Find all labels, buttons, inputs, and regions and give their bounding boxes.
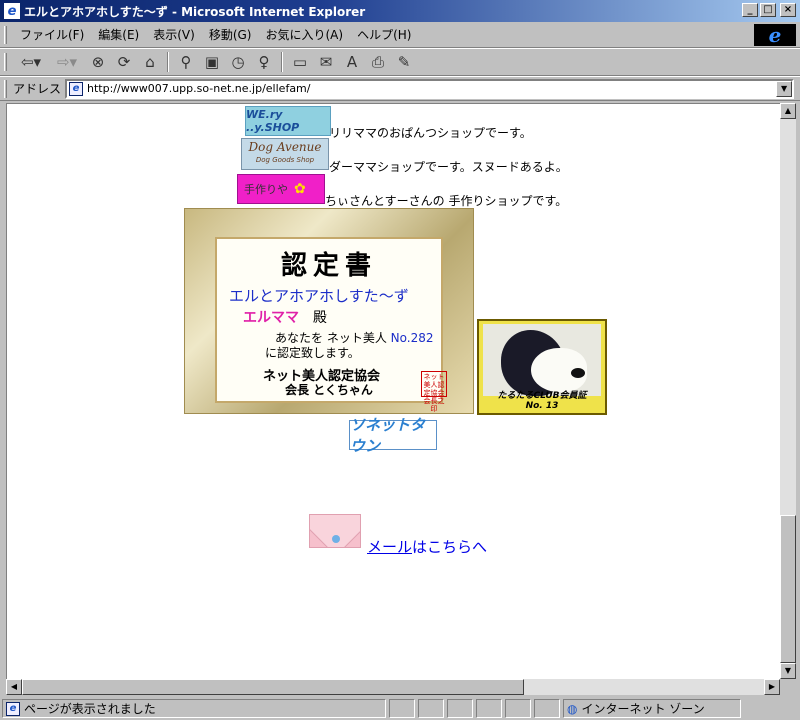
back-button[interactable]: ⇦▾ [13, 51, 49, 73]
sonet-town-banner[interactable]: ソネットタウン [349, 416, 437, 455]
status-cell [534, 699, 560, 718]
horizontal-scroll-thumb[interactable] [22, 679, 524, 695]
certificate-title: 認定書 [280, 251, 377, 281]
favorites-folder-icon: ▣ [204, 53, 220, 71]
edit-icon: ✎ [397, 53, 411, 71]
toolbar-grip [4, 53, 7, 71]
certificate-honorific: 殿 [313, 310, 327, 326]
fullscreen-button[interactable]: ▭ [287, 51, 313, 73]
ie-logo-icon: e [754, 23, 796, 47]
certificate: 認定書 エルとアホアホしすた～ず エルママ 殿 あなたを ネット美人 No.28… [184, 208, 474, 414]
fullscreen-icon: ▭ [292, 53, 308, 71]
window-title: エルとアホアホしすた～ず - Microsoft Internet Explor… [24, 4, 366, 19]
vertical-scroll-thumb[interactable] [780, 515, 796, 663]
print-icon: ⎙ [371, 53, 384, 71]
horizontal-scrollbar[interactable]: ◀ ▶ [6, 679, 780, 695]
back-arrow-icon: ⇦▾ [20, 53, 42, 71]
club-member-card: たるたるCLUB会員証 No. 13 [477, 319, 607, 415]
security-zone: ◍ インターネット ゾーン [563, 699, 741, 718]
shop-line-3: ちぃさんとすーさんの 手作りショップです。 [325, 194, 568, 208]
search-icon: ⚲ [180, 53, 192, 71]
dog-photo [483, 324, 601, 396]
home-button[interactable]: ⌂ [137, 51, 163, 73]
toolbar-separator [167, 52, 169, 72]
globe-icon: ◍ [567, 701, 578, 716]
menu-go[interactable]: 移動(G) [202, 24, 259, 45]
address-input[interactable]: e http://www007.upp.so-net.ne.jp/ellefam… [65, 78, 795, 99]
minimize-button[interactable]: _ [742, 3, 758, 17]
home-icon: ⌂ [145, 53, 155, 71]
forward-arrow-icon: ⇨▾ [56, 53, 78, 71]
page-icon: e [69, 81, 84, 96]
maximize-button[interactable]: □ [760, 3, 776, 17]
address-dropdown-button[interactable]: ▼ [776, 80, 793, 97]
flower-icon: ✿ [294, 181, 306, 197]
certificate-chair: 会長 とくちゃん [285, 383, 373, 397]
font-button[interactable]: A [339, 51, 365, 73]
scroll-left-button[interactable]: ◀ [6, 679, 22, 695]
dog-avenue-banner[interactable]: Dog Avenue Dog Goods Shop [241, 138, 329, 170]
status-message: e ページが表示されました [2, 699, 386, 718]
refresh-button[interactable]: ⟳ [111, 51, 137, 73]
address-grip [4, 79, 7, 98]
certificate-recipient: エルママ [243, 310, 299, 326]
font-icon: A [346, 53, 358, 71]
address-bar: アドレス e http://www007.upp.so-net.ne.jp/el… [0, 76, 800, 101]
refresh-icon: ⟳ [117, 53, 131, 71]
certificate-site-name: エルとアホアホしすた～ず [229, 287, 409, 305]
scroll-right-button[interactable]: ▶ [764, 679, 780, 695]
favorites-button[interactable]: ▣ [199, 51, 225, 73]
certificate-number: No.282 [390, 331, 434, 345]
close-button[interactable]: × [780, 3, 796, 17]
channels-icon: ♀ [258, 53, 270, 71]
stop-icon: ⊗ [91, 53, 105, 71]
mail-link[interactable]: メールはこちらへ [367, 536, 487, 557]
status-cell [476, 699, 502, 718]
stop-button[interactable]: ⊗ [85, 51, 111, 73]
certificate-frame: 認定書 エルとアホアホしすた～ず エルママ 殿 あなたを ネット美人 No.28… [215, 237, 447, 413]
status-bar: e ページが表示されました ◍ インターネット ゾーン [0, 697, 800, 720]
ie-page-icon: e [4, 3, 20, 19]
scroll-up-button[interactable]: ▲ [780, 103, 796, 119]
menu-file[interactable]: ファイル(F) [13, 24, 91, 45]
vertical-scrollbar[interactable]: ▲ ▼ [780, 103, 796, 679]
search-button[interactable]: ⚲ [173, 51, 199, 73]
address-label: アドレス [13, 82, 62, 96]
status-cell [418, 699, 444, 718]
menu-help[interactable]: ヘルプ(H) [350, 24, 418, 45]
menu-favorites[interactable]: お気に入り(A) [258, 24, 350, 45]
print-button[interactable]: ⎙ [365, 51, 391, 73]
menu-bar: ファイル(F) 編集(E) 表示(V) 移動(G) お気に入り(A) ヘルプ(H… [0, 22, 800, 48]
menu-view[interactable]: 表示(V) [146, 24, 202, 45]
toolbar: ⇦▾ ⇨▾ ⊗ ⟳ ⌂ ⚲ ▣ ◷ ♀ ▭ ✉ A ⎙ ✎ [0, 48, 800, 76]
page-done-icon: e [6, 701, 20, 716]
certificate-line-2: に認定致します。 [265, 346, 360, 360]
mail-button[interactable]: ✉ [313, 51, 339, 73]
address-url[interactable]: http://www007.upp.so-net.ne.jp/ellefam/ [87, 82, 310, 95]
forward-button[interactable]: ⇨▾ [49, 51, 85, 73]
mail-icon: ✉ [319, 53, 333, 71]
channels-button[interactable]: ♀ [251, 51, 277, 73]
shop-line-2: ダーママショップでーす。スヌードあるよ。 [329, 160, 568, 174]
scroll-down-button[interactable]: ▼ [780, 663, 796, 679]
lingerie-shop-banner[interactable]: WE.ry ..y.SHOP [245, 106, 331, 136]
toolbar-separator [281, 52, 283, 72]
title-bar: e エルとアホアホしすた～ず - Microsoft Internet Expl… [0, 0, 800, 22]
scrollbar-corner [780, 679, 796, 695]
envelope-icon[interactable] [309, 514, 361, 548]
history-icon: ◷ [231, 53, 245, 71]
club-card-label: たるたるCLUB会員証 No. 13 [497, 391, 587, 411]
handmade-shop-banner[interactable]: 手作りや ✿ [237, 174, 325, 204]
menu-grip [4, 25, 7, 44]
shop-line-1: リリママのおぱんつショップでーす。 [329, 126, 532, 140]
page-content: WE.ry ..y.SHOP リリママのおぱんつショップでーす。 Dog Ave… [6, 103, 780, 679]
status-cell [505, 699, 531, 718]
history-button[interactable]: ◷ [225, 51, 251, 73]
status-cell [447, 699, 473, 718]
status-cell [389, 699, 415, 718]
edit-button[interactable]: ✎ [391, 51, 417, 73]
certificate-seal: ネット美人認定協会会長之印 [421, 371, 447, 413]
menu-edit[interactable]: 編集(E) [91, 24, 146, 45]
